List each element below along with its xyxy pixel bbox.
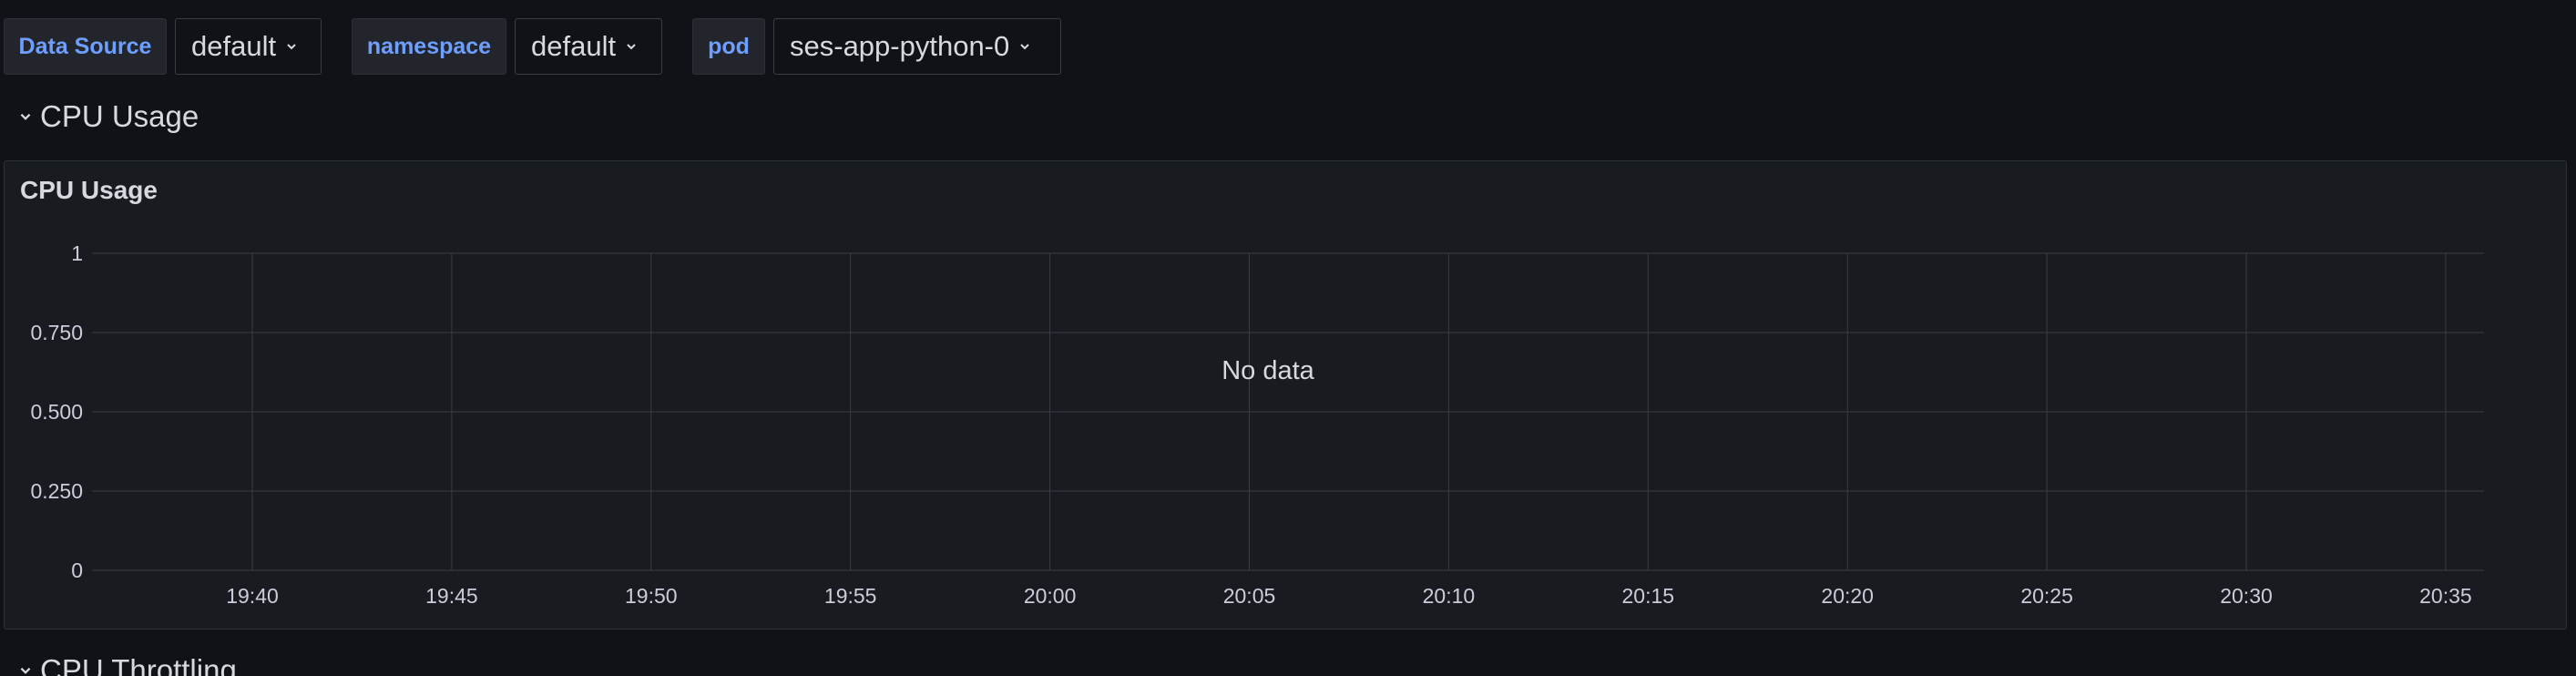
row-header-cpu-usage[interactable]: CPU Usage bbox=[18, 95, 199, 138]
variable-select-namespace[interactable]: default bbox=[515, 18, 662, 75]
y-tick-label: 1 bbox=[71, 241, 83, 265]
variable-select-pod[interactable]: ses-app-python-0 bbox=[773, 18, 1061, 75]
variable-value-namespace: default bbox=[531, 30, 617, 62]
x-tick-label: 20:25 bbox=[2020, 584, 2073, 608]
x-tick-label: 19:40 bbox=[226, 584, 279, 608]
x-tick-label: 20:10 bbox=[1423, 584, 1476, 608]
x-tick-label: 19:45 bbox=[425, 584, 478, 608]
x-tick-label: 20:05 bbox=[1223, 584, 1276, 608]
x-tick-label: 20:30 bbox=[2220, 584, 2273, 608]
y-tick-label: 0.250 bbox=[30, 479, 83, 503]
y-tick-label: 0 bbox=[71, 558, 83, 582]
variable-label-data-source: Data Source bbox=[4, 18, 167, 75]
x-tick-label: 20:20 bbox=[1821, 584, 1874, 608]
chevron-down-icon bbox=[287, 44, 296, 50]
x-tick-label: 19:50 bbox=[625, 584, 678, 608]
cpu-usage-chart: 0 0.250 0.500 0.750 1 19:40 19:45 19:50 19:55 20:… bbox=[30, 241, 2484, 608]
chevron-down-icon bbox=[1020, 44, 1029, 50]
cpu-usage-panel: CPU Usage 0 0.250 0.500 0.750 1 19:40 19:45 19:… bbox=[4, 160, 2567, 630]
y-tick-label: 0.500 bbox=[30, 400, 83, 424]
row-title: CPU Usage bbox=[40, 99, 199, 133]
no-data-message: No data bbox=[1222, 356, 1314, 385]
variable-label-pod: pod bbox=[692, 18, 765, 75]
y-tick-label: 0.750 bbox=[30, 321, 83, 344]
variable-value-data-source: default bbox=[191, 30, 277, 62]
row-title: CPU Throttling bbox=[40, 653, 237, 676]
chevron-down-icon bbox=[627, 44, 636, 50]
x-tick-label: 20:15 bbox=[1622, 584, 1675, 608]
variable-label-namespace: namespace bbox=[352, 18, 506, 75]
chevron-down-icon bbox=[20, 113, 31, 120]
row-header-cpu-throttling[interactable]: CPU Throttling bbox=[18, 649, 237, 676]
variable-value-pod: ses-app-python-0 bbox=[790, 30, 1010, 62]
chevron-down-icon bbox=[20, 667, 31, 674]
x-tick-label: 20:35 bbox=[2419, 584, 2472, 608]
dashboard: Data Source default namespace default po… bbox=[0, 0, 2576, 676]
x-tick-label: 20:00 bbox=[1024, 584, 1077, 608]
variable-select-data-source[interactable]: default bbox=[175, 18, 322, 75]
x-tick-label: 19:55 bbox=[824, 584, 877, 608]
